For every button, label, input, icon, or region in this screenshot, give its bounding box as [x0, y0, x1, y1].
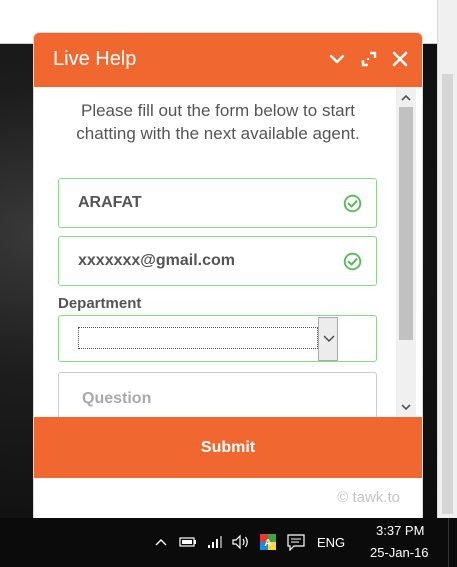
battery-icon[interactable]	[178, 533, 198, 551]
action-center-icon[interactable]	[286, 533, 306, 552]
tawk-brand-link[interactable]: © tawk.to	[337, 489, 400, 506]
form-intro-text: Please fill out the form below to start …	[76, 101, 360, 143]
page-scrollbar-top	[437, 0, 457, 44]
page-scrollbar-thumb[interactable]	[442, 74, 453, 514]
scroll-up-icon[interactable]	[400, 91, 412, 103]
widget-header[interactable]: Live Help	[34, 33, 422, 87]
live-help-widget: Live Help Please fill out the form below…	[33, 32, 423, 519]
email-field[interactable]: xxxxxxx@gmail.com	[58, 236, 377, 286]
close-icon[interactable]	[390, 49, 410, 69]
question-placeholder: Question	[82, 390, 152, 407]
department-select-wrapper[interactable]	[58, 315, 377, 362]
svg-text:A: A	[264, 538, 271, 549]
valid-check-icon	[343, 252, 362, 271]
form-scrollbar[interactable]	[396, 87, 416, 417]
language-indicator[interactable]: ENG	[317, 535, 345, 550]
form-scrollbar-thumb[interactable]	[399, 107, 413, 340]
show-desktop-button[interactable]	[448, 518, 457, 567]
name-field-value: ARAFAT	[78, 194, 142, 211]
submit-button[interactable]: Submit	[34, 417, 422, 478]
valid-check-icon	[343, 194, 362, 213]
minimize-chevron-icon[interactable]	[327, 49, 347, 69]
clock-date[interactable]: 25-Jan-16	[370, 545, 429, 560]
dropdown-arrow-icon[interactable]	[318, 317, 338, 361]
prechat-form: Please fill out the form below to start …	[34, 87, 422, 417]
windows-taskbar: A ENG 3:37 PM 25-Jan-16	[0, 518, 457, 567]
scroll-down-icon[interactable]	[400, 400, 412, 412]
name-field[interactable]: ARAFAT	[58, 178, 377, 228]
volume-icon[interactable]	[231, 533, 251, 551]
clock-time[interactable]: 3:37 PM	[376, 523, 424, 538]
network-signal-icon[interactable]	[206, 533, 224, 551]
department-label: Department	[58, 295, 142, 312]
question-textarea[interactable]: Question	[58, 372, 377, 417]
email-field-value: xxxxxxx@gmail.com	[78, 252, 236, 269]
department-select[interactable]	[78, 327, 318, 349]
page-scrollbar[interactable]	[437, 44, 457, 518]
input-method-icon[interactable]: A	[259, 533, 277, 551]
widget-title: Live Help	[53, 48, 137, 70]
popout-icon[interactable]	[359, 49, 379, 69]
show-hidden-icons-chevron-icon[interactable]	[154, 533, 168, 551]
